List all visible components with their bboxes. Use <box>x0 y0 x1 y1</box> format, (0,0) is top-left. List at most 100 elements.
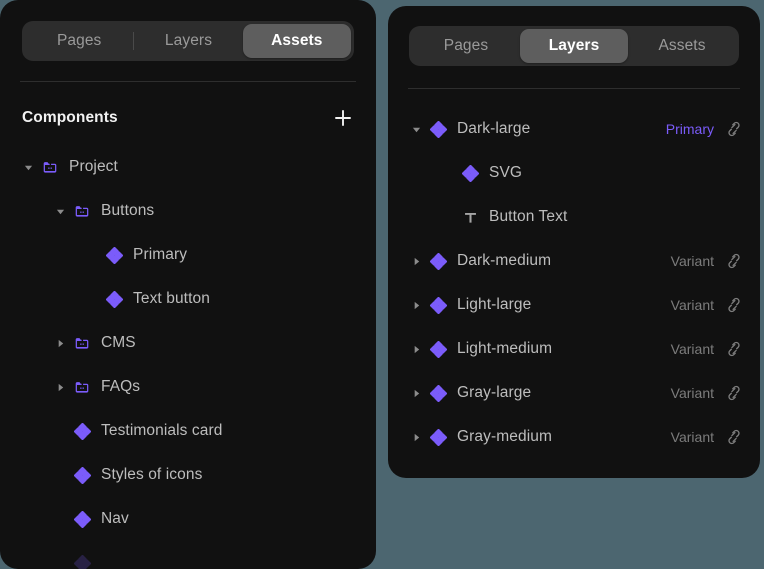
tree-row-label: Buttons <box>101 202 155 219</box>
tree-row[interactable]: CMS <box>0 321 376 365</box>
row-tag: Variant <box>670 253 714 269</box>
tree-row[interactable]: Dark-medium Variant <box>388 239 760 283</box>
swap-instance-icon[interactable] <box>725 341 742 358</box>
row-tag: Variant <box>670 429 714 445</box>
caret-placeholder <box>52 511 68 527</box>
component-icon <box>428 427 448 447</box>
chevron-right-icon[interactable] <box>52 335 68 351</box>
chevron-right-icon[interactable] <box>408 253 424 269</box>
tab-assets[interactable]: Assets <box>242 24 351 58</box>
layers-divider <box>408 88 740 89</box>
tree-row-label: Project <box>69 158 118 175</box>
caret-placeholder <box>440 209 456 225</box>
chevron-right-icon[interactable] <box>408 429 424 445</box>
layers-tabbar: Pages Layers Assets <box>409 26 739 66</box>
row-tag: Primary <box>665 121 714 137</box>
component-icon <box>428 295 448 315</box>
row-tag: Variant <box>670 385 714 401</box>
tree-row-label: Light-large <box>457 296 532 313</box>
tree-row[interactable]: SVG <box>388 151 760 195</box>
plus-icon[interactable] <box>332 107 354 129</box>
tree-row[interactable]: Testimonials card <box>0 409 376 453</box>
tree-row[interactable]: Nav <box>0 497 376 541</box>
tree-row-label: Primary <box>133 246 188 263</box>
tree-row-label: Dark-large <box>457 120 531 137</box>
component-icon <box>104 289 124 309</box>
caret-placeholder <box>84 247 100 263</box>
tree-row-label: Nav <box>101 510 129 527</box>
swap-instance-icon[interactable] <box>725 253 742 270</box>
folder-icon <box>40 157 60 177</box>
tree-row[interactable]: Project <box>0 145 376 189</box>
tree-row[interactable]: Buttons <box>0 189 376 233</box>
swap-instance-icon[interactable] <box>725 429 742 446</box>
tab-pages[interactable]: Pages <box>412 29 520 63</box>
tree-row[interactable]: Text button <box>0 277 376 321</box>
tree-row[interactable]: FAQs <box>0 365 376 409</box>
tab-label: Assets <box>271 32 323 49</box>
assets-divider <box>20 81 356 82</box>
tree-row-clipped[interactable] <box>0 541 376 569</box>
component-icon <box>72 421 92 441</box>
tab-label: Layers <box>548 37 600 54</box>
tree-row[interactable]: Gray-large Variant <box>388 371 760 415</box>
tab-layers[interactable]: Layers <box>520 29 628 63</box>
caret-placeholder <box>440 165 456 181</box>
tree-row[interactable]: Gray-medium Variant <box>388 415 760 459</box>
tab-label: Layers <box>164 32 213 49</box>
tree-row[interactable]: Light-large Variant <box>388 283 760 327</box>
component-icon <box>460 163 480 183</box>
component-icon <box>428 251 448 271</box>
tree-row[interactable]: Light-medium Variant <box>388 327 760 371</box>
folder-icon <box>72 333 92 353</box>
text-icon <box>460 207 480 227</box>
chevron-right-icon[interactable] <box>408 385 424 401</box>
caret-placeholder <box>52 467 68 483</box>
row-tag: Variant <box>670 341 714 357</box>
component-icon <box>428 119 448 139</box>
tree-row[interactable]: Button Text <box>388 195 760 239</box>
chevron-right-icon[interactable] <box>52 379 68 395</box>
component-icon <box>72 465 92 485</box>
tree-row-label: Styles of icons <box>101 466 203 483</box>
tree-row-label: Button Text <box>489 208 568 225</box>
tab-layers[interactable]: Layers <box>134 24 242 58</box>
caret-placeholder <box>84 291 100 307</box>
folder-icon <box>72 377 92 397</box>
chevron-right-icon[interactable] <box>408 341 424 357</box>
tree-row[interactable]: Styles of icons <box>0 453 376 497</box>
tree-row[interactable]: Dark-large Primary <box>388 107 760 151</box>
chevron-right-icon[interactable] <box>408 297 424 313</box>
component-icon <box>104 245 124 265</box>
component-icon <box>72 509 92 529</box>
tree-row-label: Gray-large <box>457 384 532 401</box>
component-icon <box>428 339 448 359</box>
layers-panel: Pages Layers Assets Dark-large Primary SVG… <box>388 6 760 478</box>
row-tag: Variant <box>670 297 714 313</box>
tab-pages[interactable]: Pages <box>25 24 133 58</box>
tab-label: Pages <box>56 32 102 49</box>
folder-icon <box>72 201 92 221</box>
tree-row-label: Light-medium <box>457 340 553 357</box>
chevron-down-icon[interactable] <box>20 159 36 175</box>
tree-row-label: SVG <box>489 164 523 181</box>
swap-instance-icon[interactable] <box>725 297 742 314</box>
tree-row-label: Testimonials card <box>101 422 223 439</box>
tree-row[interactable]: Primary <box>0 233 376 277</box>
tree-row-label: Gray-medium <box>457 428 552 445</box>
chevron-down-icon[interactable] <box>52 203 68 219</box>
assets-tree: Project Buttons Primary Text button CMS FAQs T… <box>0 145 376 569</box>
component-icon <box>428 383 448 403</box>
tree-row-label: Text button <box>133 290 210 307</box>
components-section-header: Components <box>0 103 376 133</box>
component-icon <box>72 553 92 569</box>
caret-placeholder <box>52 423 68 439</box>
chevron-down-icon[interactable] <box>408 121 424 137</box>
assets-tabbar: Pages Layers Assets <box>22 21 354 61</box>
swap-instance-icon[interactable] <box>725 385 742 402</box>
section-title: Components <box>22 109 118 126</box>
tree-row-label: FAQs <box>101 378 141 395</box>
swap-instance-icon[interactable] <box>725 121 742 138</box>
tab-assets[interactable]: Assets <box>628 29 736 63</box>
tree-row-label: CMS <box>101 334 136 351</box>
